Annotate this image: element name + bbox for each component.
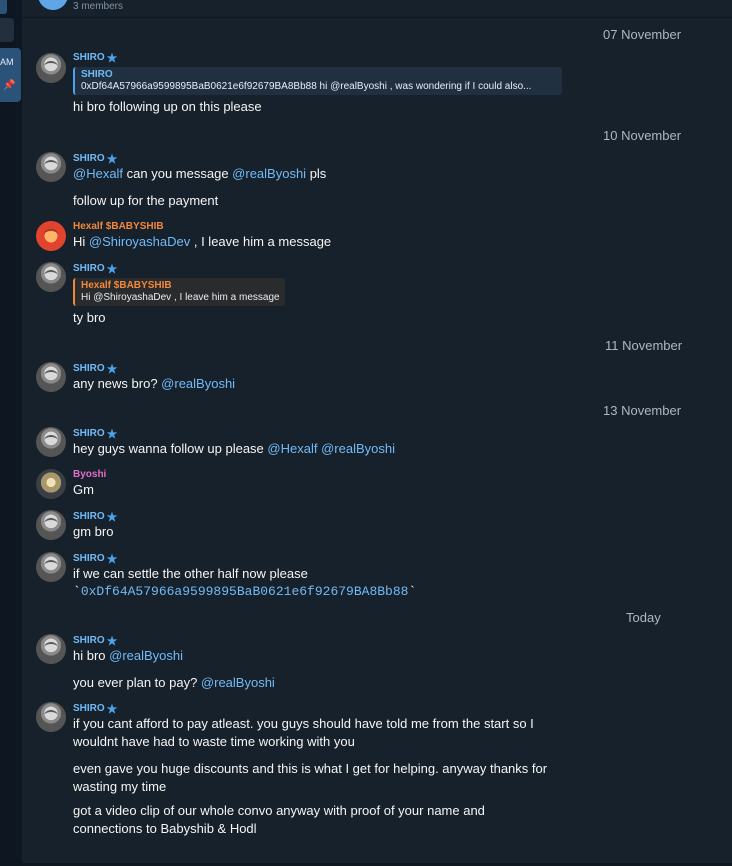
sender-name[interactable]: SHIRO ★ [73, 152, 722, 165]
message-text: if we can settle the other half now plea… [73, 566, 308, 581]
mention-link[interactable]: @Hexalf [73, 166, 123, 181]
chat-list-time: AM [0, 57, 14, 67]
avatar[interactable] [36, 634, 66, 664]
star-badge-icon: ★ [106, 509, 118, 524]
group-avatar[interactable] [38, 0, 68, 10]
message-text: @Hexalf can you message @realByoshi pls [73, 166, 327, 181]
star-badge-icon: ★ [106, 633, 118, 648]
star-badge-icon: ★ [106, 551, 118, 566]
chat-list-item-top[interactable] [0, 0, 7, 14]
message-text: follow up for the payment [73, 193, 219, 208]
message-text: got a video clip of our whole convo anyw… [73, 803, 485, 836]
sender-name[interactable]: SHIRO ★ [73, 702, 722, 715]
chat-list-item-selected[interactable]: AM 📌 [0, 48, 21, 102]
avatar[interactable] [36, 552, 66, 582]
message[interactable]: SHIRO ★ SHIRO 0xDf64A57966a9599895BaB0621… [36, 51, 722, 116]
date-separator: 10 November [603, 128, 682, 143]
message[interactable]: SHIRO ★ if we can settle the other half n… [36, 552, 722, 601]
message-list[interactable]: 07 November SHIRO ★ SHIRO 0xDf64A57966a95… [22, 18, 732, 866]
message-text: hey guys wanna follow up please @Hexalf … [73, 441, 395, 456]
avatar[interactable] [36, 469, 66, 499]
sender-name[interactable]: Byoshi [73, 468, 722, 481]
avatar[interactable] [36, 262, 66, 292]
message[interactable]: SHIRO ★ hey guys wanna follow up please @… [36, 427, 722, 458]
reply-text: 0xDf64A57966a9599895BaB0621e6f92679BA8Bb… [81, 81, 532, 92]
message[interactable]: even gave you huge discounts and this is… [73, 760, 722, 796]
member-count: 3 members [73, 1, 124, 12]
avatar[interactable] [36, 221, 66, 251]
avatar[interactable] [36, 510, 66, 540]
reply-preview[interactable]: SHIRO 0xDf64A57966a9599895BaB0621e6f9267… [73, 67, 562, 95]
star-badge-icon: ★ [106, 151, 118, 166]
message-text: any news bro? @realByoshi [73, 376, 236, 391]
message-text: ty bro [73, 310, 106, 325]
message-text: even gave you huge discounts and this is… [73, 761, 548, 794]
avatar[interactable] [36, 152, 66, 182]
reply-sender: SHIRO [81, 69, 113, 80]
star-badge-icon: ★ [106, 50, 118, 65]
message[interactable]: Hexalf $BABYSHIB Hi @ShiroyashaDev , I l… [36, 220, 722, 251]
reply-preview[interactable]: Hexalf $BABYSHIB Hi @ShiroyashaDev , I l… [73, 278, 285, 306]
message-text: hi bro following up on this please [73, 99, 262, 114]
sender-name[interactable]: SHIRO ★ [73, 510, 722, 523]
date-separator: 07 November [603, 27, 682, 42]
message[interactable]: SHIRO ★ Hexalf $BABYSHIB Hi @ShiroyashaDe… [36, 262, 722, 327]
date-separator: Today [626, 610, 661, 625]
message[interactable]: SHIRO ★ @Hexalf can you message @realByos… [36, 152, 722, 183]
sender-name[interactable]: SHIRO ★ [73, 552, 722, 565]
sender-name[interactable]: SHIRO ★ [73, 427, 722, 440]
mention-link[interactable]: @realByoshi [321, 441, 395, 456]
star-badge-icon: ★ [106, 426, 118, 441]
chat-header[interactable]: 3 members [22, 0, 732, 18]
sender-name[interactable]: SHIRO ★ [73, 262, 722, 275]
message[interactable]: got a video clip of our whole convo anyw… [73, 802, 722, 838]
sender-name[interactable]: SHIRO ★ [73, 634, 722, 647]
pin-icon: 📌 [3, 80, 16, 91]
sender-name[interactable]: SHIRO ★ [73, 362, 722, 375]
sender-name[interactable]: SHIRO ★ [73, 51, 722, 64]
mention-link[interactable]: @ShiroyashaDev [89, 234, 190, 249]
reply-text: Hi @ShiroyashaDev , I leave him a messag… [81, 292, 280, 303]
message[interactable]: SHIRO ★ any news bro? @realByoshi [36, 362, 722, 393]
message[interactable]: SHIRO ★ gm bro [36, 510, 722, 541]
message[interactable]: you ever plan to pay? @realByoshi [73, 674, 722, 692]
star-badge-icon: ★ [106, 261, 118, 276]
mention-link[interactable]: @realByoshi [109, 648, 183, 663]
mention-link[interactable]: @Hexalf [267, 441, 317, 456]
message-text: you ever plan to pay? @realByoshi [73, 675, 275, 690]
message-text: gm bro [73, 524, 114, 539]
avatar[interactable] [36, 702, 66, 732]
avatar[interactable] [36, 427, 66, 457]
code-snippet[interactable]: `0xDf64A57966a9599895BaB0621e6f92679BA8B… [73, 583, 722, 601]
message[interactable]: follow up for the payment [73, 192, 722, 210]
message-text: Hi @ShiroyashaDev , I leave him a messag… [73, 234, 332, 249]
mention-link[interactable]: @realByoshi [161, 376, 235, 391]
reply-sender: Hexalf $BABYSHIB [81, 280, 172, 291]
avatar[interactable] [36, 53, 66, 83]
mention-link[interactable]: @realByoshi [201, 675, 275, 690]
message[interactable]: Byoshi Gm [36, 468, 722, 499]
date-separator: 11 November [605, 338, 683, 353]
message-text: if you cant afford to pay atleast. you g… [73, 716, 534, 749]
message[interactable]: SHIRO ★ hi bro @realByoshi [36, 634, 722, 665]
message[interactable]: SHIRO ★ if you cant afford to pay atleast… [36, 702, 722, 751]
message-text: hi bro @realByoshi [73, 648, 184, 663]
star-badge-icon: ★ [106, 701, 118, 716]
chat-list-item[interactable] [0, 18, 14, 42]
mention-link[interactable]: @realByoshi [232, 166, 306, 181]
chat-list-strip: AM 📌 [0, 0, 22, 866]
sender-name[interactable]: Hexalf $BABYSHIB [73, 220, 722, 233]
star-badge-icon: ★ [106, 361, 118, 376]
date-separator: 13 November [603, 403, 682, 418]
avatar[interactable] [36, 362, 66, 392]
message-text: Gm [73, 482, 94, 497]
